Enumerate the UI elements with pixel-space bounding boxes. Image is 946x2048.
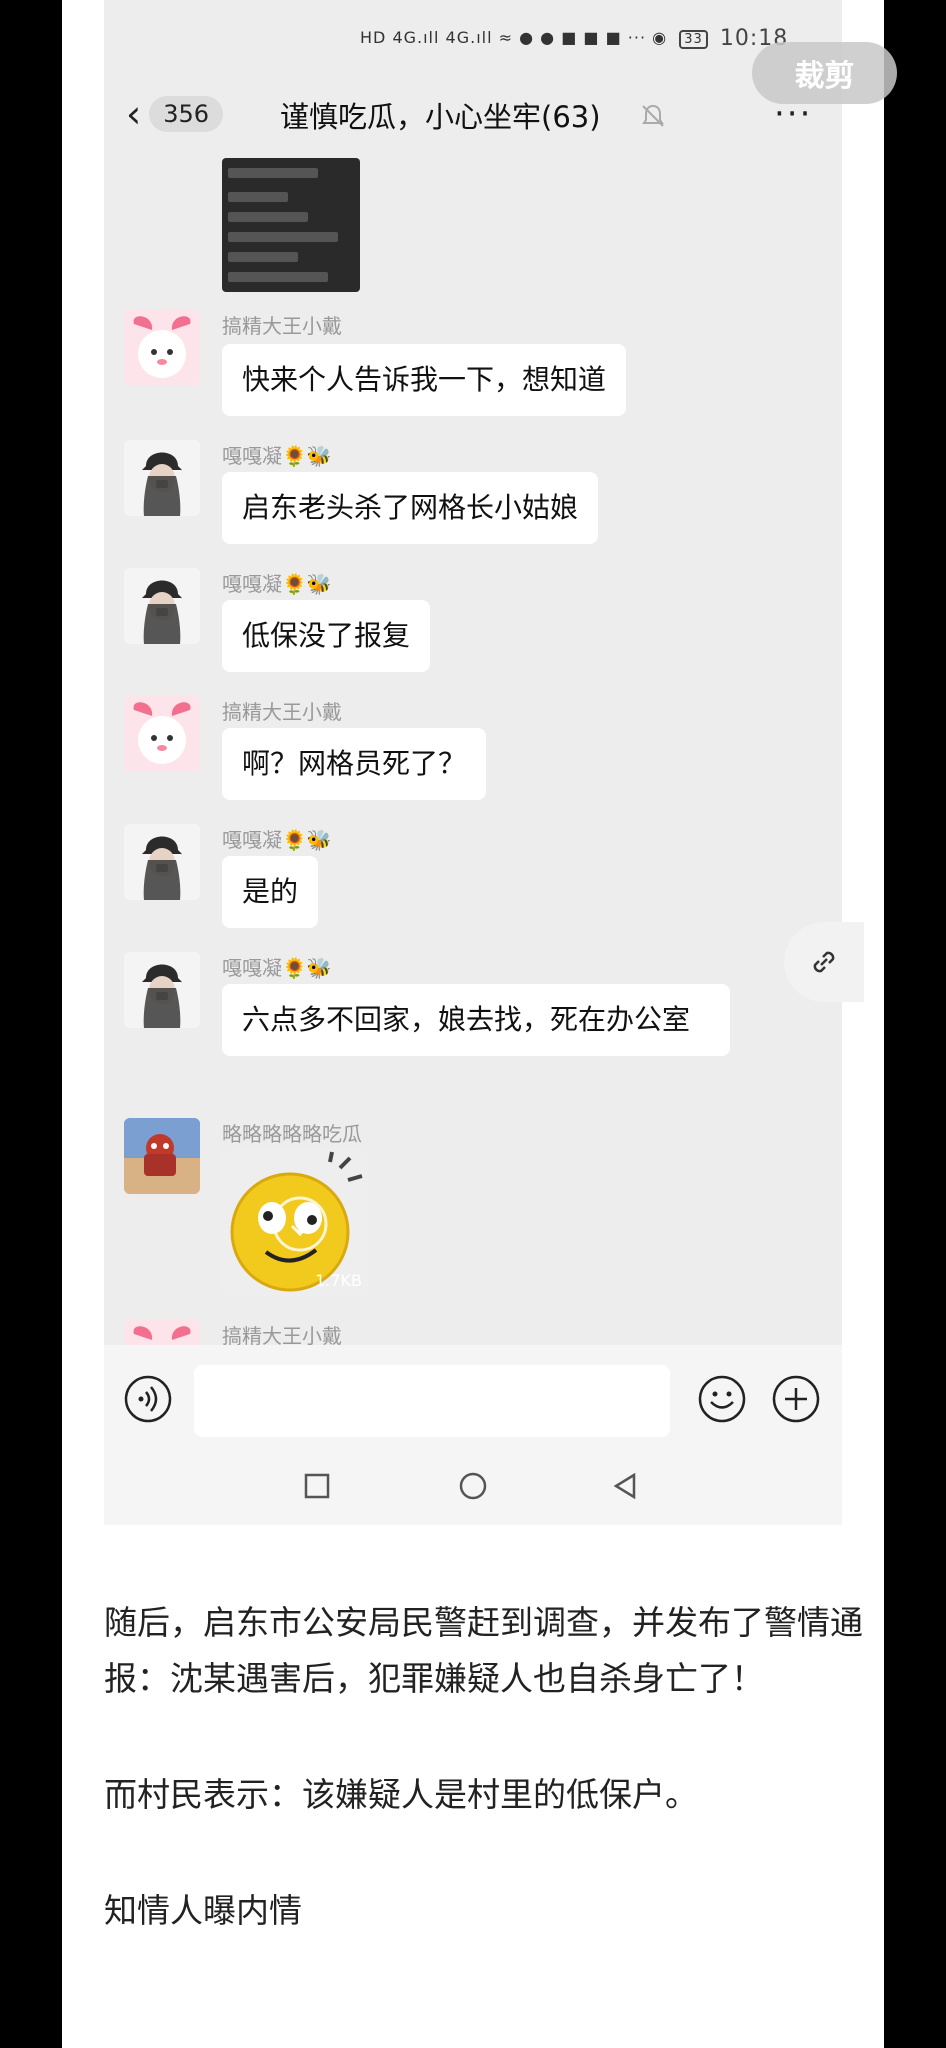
sender-name: 嘎嘎凝🌻🐝 <box>222 572 332 596</box>
system-nav-bar <box>104 1445 842 1525</box>
article-paragraph: 随后，启东市公安局民警赶到调查，并发布了警情通报：沈某遇害后，犯罪嫌疑人也自杀身… <box>104 1603 863 1698</box>
back-button[interactable]: ‹ 356 <box>126 92 224 136</box>
sender-name: 略略略略略吃瓜 <box>222 1122 362 1146</box>
avatar[interactable] <box>124 440 200 516</box>
sticker-file-size: 1.7KB <box>315 1271 362 1290</box>
avatar[interactable] <box>124 824 200 900</box>
sender-name: 搞精大王小戴 <box>222 1324 342 1345</box>
sender-name: 搞精大王小戴 <box>222 700 342 724</box>
sticker-image[interactable]: 1.7KB <box>222 1150 368 1296</box>
avatar[interactable] <box>124 310 200 386</box>
status-icons-text: HD 4G.ıll 4G.ıll ≈ ● ● ■ ■ ■ ··· ◉ <box>360 28 668 47</box>
recents-square-icon[interactable] <box>304 1473 330 1499</box>
avatar[interactable] <box>124 952 200 1028</box>
chat-title: 谨慎吃瓜，小心坐牢(63) <box>280 100 601 134</box>
message-bubble[interactable]: 快来个人告诉我一下，想知道 <box>222 344 627 416</box>
battery-icon: 33 <box>679 30 708 49</box>
article-paragraph: 而村民表示：该嫌疑人是村里的低保户。 <box>104 1775 698 1814</box>
message-bubble[interactable]: 啊？网格员死了？ <box>222 728 487 800</box>
article-body: 随后，启东市公安局民警赶到调查，并发布了警情通报：沈某遇害后，犯罪嫌疑人也自杀身… <box>104 1595 864 1999</box>
chevron-left-icon: ‹ <box>126 92 142 136</box>
sender-name: 嘎嘎凝🌻🐝 <box>222 828 332 852</box>
article-paragraph: 知情人曝内情 <box>104 1891 302 1930</box>
article-page: HD 4G.ıll 4G.ıll ≈ ● ● ■ ■ ■ ··· ◉ 33 10… <box>62 0 884 2048</box>
emoji-icon[interactable] <box>698 1375 746 1423</box>
chat-header: ‹ 356 谨慎吃瓜，小心坐牢(63) ··· <box>104 82 842 150</box>
copy-link-button[interactable] <box>784 922 864 1002</box>
message-bubble[interactable]: 是的 <box>222 856 319 928</box>
message-bubble[interactable]: 低保没了报复 <box>222 600 431 672</box>
sender-name: 嘎嘎凝🌻🐝 <box>222 444 332 468</box>
link-icon <box>813 951 835 973</box>
avatar[interactable] <box>124 696 200 772</box>
image-message-thumbnail[interactable] <box>222 158 360 292</box>
message-input[interactable] <box>194 1365 670 1437</box>
plus-icon[interactable] <box>772 1375 820 1423</box>
sender-name: 搞精大王小戴 <box>222 314 342 338</box>
avatar[interactable] <box>124 568 200 644</box>
avatar[interactable] <box>124 1320 200 1345</box>
message-list[interactable]: 搞精大王小戴 快来个人告诉我一下，想知道 嘎嘎凝🌻🐝 启东老头杀了网格长小姑娘 <box>104 150 842 1345</box>
bell-muted-icon <box>642 104 664 127</box>
message-bubble[interactable]: 六点多不回家，娘去找，死在办公室 <box>222 984 730 1056</box>
voice-input-icon[interactable] <box>124 1375 172 1423</box>
crop-button[interactable]: 裁剪 <box>752 42 897 104</box>
unread-count-badge: 356 <box>149 96 224 132</box>
message-bubble[interactable]: 启东老头杀了网格长小姑娘 <box>222 472 599 544</box>
avatar[interactable] <box>124 1118 200 1194</box>
back-triangle-icon[interactable] <box>610 1471 640 1501</box>
status-icons: HD 4G.ıll 4G.ıll ≈ ● ● ■ ■ ■ ··· ◉ 33 10… <box>360 26 788 51</box>
home-circle-icon[interactable] <box>458 1471 488 1501</box>
chat-screenshot: HD 4G.ıll 4G.ıll ≈ ● ● ■ ■ ■ ··· ◉ 33 10… <box>104 0 842 1525</box>
status-bar: HD 4G.ıll 4G.ıll ≈ ● ● ■ ■ ■ ··· ◉ 33 10… <box>104 0 842 78</box>
message-input-bar <box>104 1345 842 1445</box>
sender-name: 嘎嘎凝🌻🐝 <box>222 956 332 980</box>
